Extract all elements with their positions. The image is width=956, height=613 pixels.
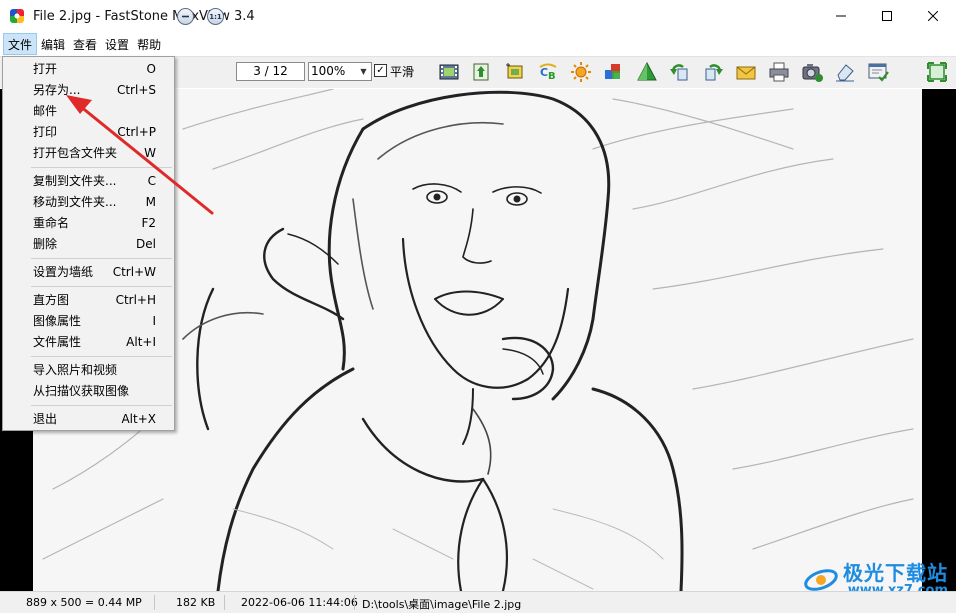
title-bar: File 2.jpg - FastStone MaxView 3.4 (0, 0, 956, 32)
menu-item-image-properties[interactable]: 图像属性 I (3, 311, 174, 332)
menu-item-email[interactable]: 邮件 (3, 101, 174, 122)
menu-separator (3, 283, 174, 290)
zoom-out-button[interactable] (177, 8, 194, 25)
smooth-label: 平滑 (390, 65, 415, 79)
svg-text:B: B (548, 71, 556, 82)
sharpen-icon[interactable] (636, 61, 658, 83)
email-icon[interactable] (735, 61, 757, 83)
menu-item-delete[interactable]: 删除 Del (3, 234, 174, 255)
menu-item-open-folder[interactable]: 打开包含文件夹 W (3, 143, 174, 164)
status-dimensions: 889 x 500 = 0.44 MP (26, 596, 142, 609)
app-icon (9, 8, 25, 24)
menu-separator (3, 164, 174, 171)
menu-item-print[interactable]: 打印 Ctrl+P (3, 122, 174, 143)
menu-file[interactable]: 文件 (3, 33, 38, 55)
menu-item-move-to-folder[interactable]: 移动到文件夹... M (3, 192, 174, 213)
rotate-right-icon[interactable] (702, 61, 724, 83)
effects-icon[interactable] (603, 61, 625, 83)
rotate-left-icon[interactable] (669, 61, 691, 83)
menu-item-file-properties[interactable]: 文件属性 Alt+I (3, 332, 174, 353)
status-path: D:\tools\桌面\image\File 2.jpg (362, 598, 522, 611)
menu-bar: 文件 编辑 查看 设置 帮助 (0, 32, 956, 56)
file-menu-dropdown: 打开 O 另存为... Ctrl+S 邮件 打印 Ctrl+P 打开包含文件夹 W 复制… (2, 56, 175, 431)
menu-edit[interactable]: 编辑 (37, 33, 69, 55)
watermark-name: 极光下载站 (843, 561, 948, 585)
menu-view[interactable]: 查看 (69, 33, 101, 55)
menu-separator (3, 353, 174, 360)
actual-size-label: 1:1 (209, 12, 222, 21)
brightness-icon[interactable] (570, 61, 592, 83)
fullscreen-icon[interactable] (926, 61, 948, 83)
menu-item-rename[interactable]: 重命名 F2 (3, 213, 174, 234)
menu-help[interactable]: 帮助 (133, 33, 165, 55)
minimize-icon (836, 15, 846, 17)
eraser-icon[interactable] (834, 61, 856, 83)
menu-item-acquire-scanner[interactable]: 从扫描仪获取图像 (3, 381, 174, 402)
svg-text:C: C (540, 66, 548, 79)
window-controls (818, 0, 956, 32)
status-date: 2022-06-06 11:44:06 (241, 596, 358, 609)
maximize-button[interactable] (864, 0, 910, 32)
menu-item-import-media[interactable]: 导入照片和视频 (3, 360, 174, 381)
maximize-icon (882, 11, 892, 21)
settings-icon[interactable] (867, 61, 889, 83)
menu-separator (3, 402, 174, 409)
menu-item-copy-to-folder[interactable]: 复制到文件夹... C (3, 171, 174, 192)
resize-icon[interactable] (471, 61, 493, 83)
zoom-select[interactable]: 100% ▼ (308, 62, 372, 81)
status-bar: 889 x 500 = 0.44 MP 182 KB 2022-06-06 11… (0, 591, 956, 613)
screen-capture-icon[interactable] (801, 61, 823, 83)
menu-item-histogram[interactable]: 直方图 Ctrl+H (3, 290, 174, 311)
smooth-checkbox[interactable]: ✓ (374, 64, 387, 77)
page-indicator[interactable]: 3 / 12 (236, 62, 305, 81)
menu-settings[interactable]: 设置 (101, 33, 133, 55)
status-file-size: 182 KB (176, 596, 216, 609)
zoom-value: 100% (311, 64, 346, 78)
menu-item-exit[interactable]: 退出 Alt+X (3, 409, 174, 430)
print-icon[interactable] (768, 61, 790, 83)
color-balance-icon[interactable]: C B (537, 61, 559, 83)
slideshow-icon[interactable] (438, 61, 460, 83)
close-icon (928, 11, 938, 21)
menu-item-set-wallpaper[interactable]: 设置为墙纸 Ctrl+W (3, 262, 174, 283)
zoom-out-icon (182, 15, 189, 18)
menu-item-open[interactable]: 打开 O (3, 59, 174, 80)
minimize-button[interactable] (818, 0, 864, 32)
menu-separator (3, 255, 174, 262)
crop-icon[interactable] (504, 61, 526, 83)
chevron-down-icon[interactable]: ▼ (356, 63, 371, 80)
watermark-logo-icon (803, 565, 839, 595)
menu-item-save-as[interactable]: 另存为... Ctrl+S (3, 80, 174, 101)
close-button[interactable] (910, 0, 956, 32)
actual-size-button[interactable]: 1:1 (207, 8, 224, 25)
